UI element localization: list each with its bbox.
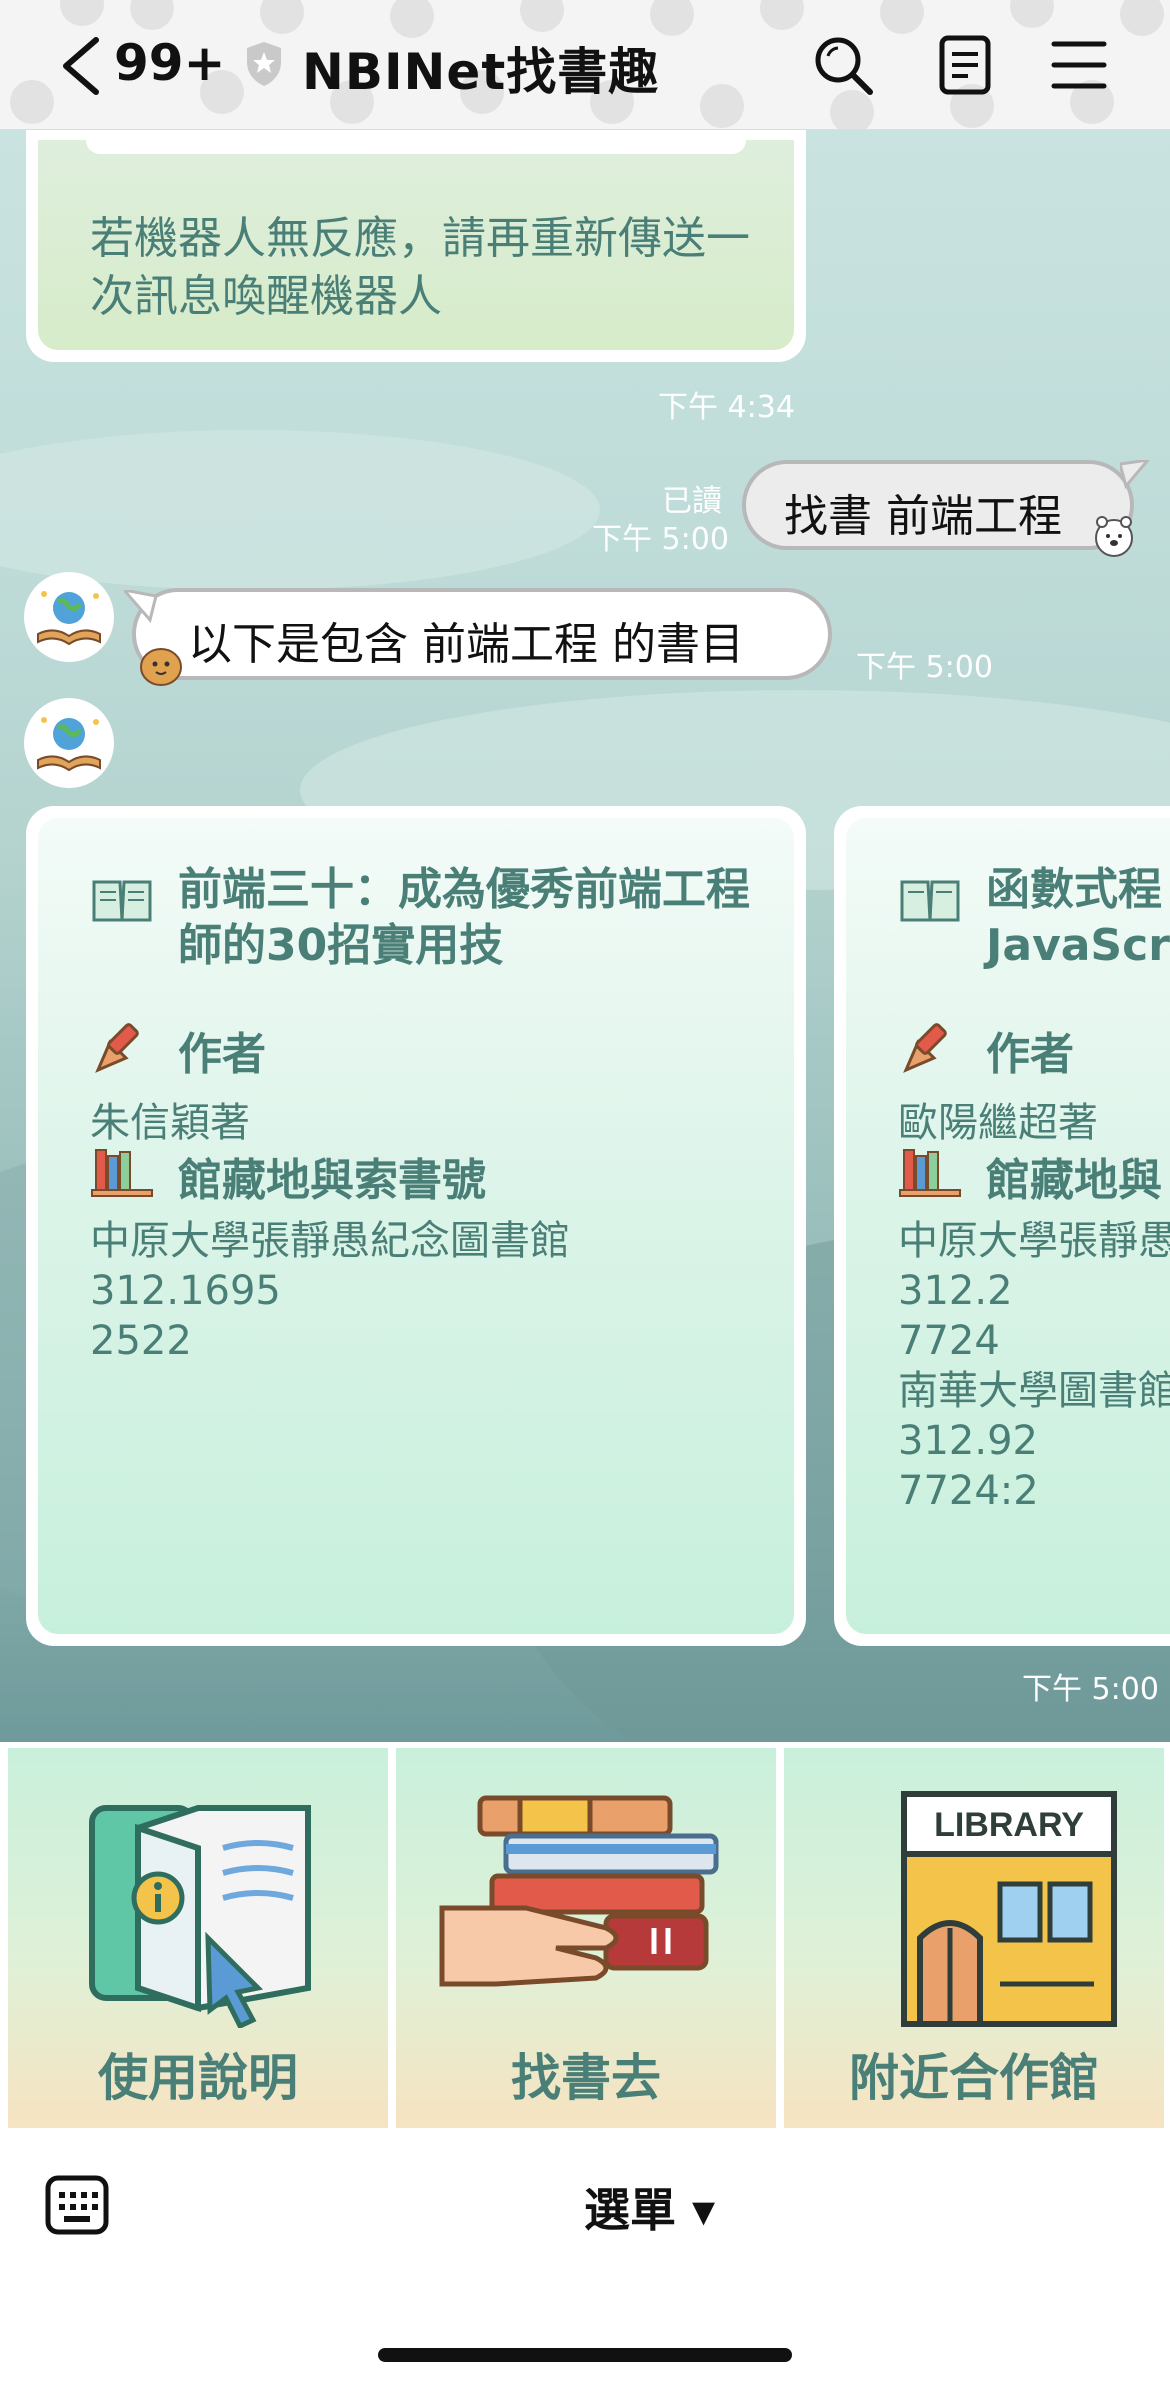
unread-count: 99+ xyxy=(114,34,226,92)
bottom-bar: 選單 ▾ xyxy=(0,2134,1170,2388)
chat-header: 99+ NBINet找書趣 xyxy=(0,0,1170,130)
book-card[interactable]: 函數式程 JavaScrip 作者 歐陽繼超著 館藏地與 中原大學張靜愚 312… xyxy=(834,806,1170,1646)
library-sign: LIBRARY xyxy=(934,1806,1084,1844)
shield-icon xyxy=(247,42,281,86)
author-value: 歐陽繼超著 xyxy=(898,1100,1098,1146)
book-card[interactable]: 前端三十：成為優秀前端工程師的30招實用技 作者 朱信穎著 館藏地與索書號 中原… xyxy=(26,806,806,1646)
book-title: 前端三十：成為優秀前端工程師的30招實用技 xyxy=(178,864,750,971)
bot-message-text: 以下是包含 前端工程 的書目 xyxy=(188,619,744,670)
fountain-pen-icon xyxy=(903,1023,947,1073)
menu-tile-nearby-libraries[interactable]: LIBRARY 附近合作館 xyxy=(784,1748,1164,2128)
rich-menu-toggle[interactable]: 選單 ▾ xyxy=(584,2174,715,2240)
holdings-value: 中原大學張靜愚紀念圖書館 312.1695 2522 xyxy=(90,1218,570,1364)
message-time: 下午 4:34 xyxy=(658,390,795,425)
bookshelf-icon xyxy=(899,1149,961,1197)
potato-sticker-icon xyxy=(140,648,182,686)
holdings-label: 館藏地與 xyxy=(986,1155,1162,1206)
book-title: 函數式程 JavaScrip xyxy=(986,864,1170,971)
message-time: 下午 5:00 xyxy=(856,650,993,685)
menu-tile-find-books[interactable]: 找書去 xyxy=(396,1748,776,2128)
wake-notice-card: 若機器人無反應，請再重新傳送一次訊息喚醒機器人 xyxy=(26,130,806,362)
home-indicator xyxy=(378,2348,792,2362)
author-value: 朱信穎著 xyxy=(90,1100,250,1146)
bot-avatar[interactable] xyxy=(24,698,114,788)
globe-book-icon xyxy=(37,717,101,772)
fountain-pen-icon xyxy=(95,1023,139,1073)
message-time: 下午 5:00 xyxy=(1022,1672,1159,1707)
author-label: 作者 xyxy=(178,1029,266,1080)
open-book-icon xyxy=(92,880,152,922)
menu-icon[interactable] xyxy=(1048,34,1110,96)
user-message-text: 找書 前端工程 xyxy=(784,491,1062,542)
globe-book-icon xyxy=(37,591,101,646)
open-book-icon xyxy=(900,880,960,922)
bookshelf-icon xyxy=(91,1149,153,1197)
wake-notice-text: 若機器人無反應，請再重新傳送一次訊息喚醒機器人 xyxy=(90,213,750,322)
keyboard-icon[interactable] xyxy=(44,2174,110,2236)
bear-sticker-icon xyxy=(1095,516,1133,557)
chat-title: NBINet找書趣 xyxy=(302,43,660,101)
holdings-value: 中原大學張靜愚 312.2 7724 南華大學圖書館 312.92 7724:2 xyxy=(898,1218,1170,1514)
rich-menu: 使用說明 找書去 LIBRARY 附近合作館 xyxy=(0,1742,1170,2134)
menu-tile-instructions[interactable]: 使用說明 xyxy=(8,1748,388,2128)
message-time: 下午 5:00 xyxy=(592,522,729,557)
author-label: 作者 xyxy=(986,1029,1074,1080)
menu-label: 附近合作館 xyxy=(849,2049,1099,2107)
bot-avatar[interactable] xyxy=(24,572,114,662)
bubble-tail xyxy=(124,590,158,624)
user-message-bubble[interactable]: 找書 前端工程 xyxy=(742,460,1134,550)
menu-label: 使用說明 xyxy=(98,2049,298,2107)
search-icon[interactable] xyxy=(812,34,874,96)
bot-message-bubble[interactable]: 以下是包含 前端工程 的書目 xyxy=(132,588,832,680)
back-icon[interactable] xyxy=(56,36,116,96)
menu-label: 找書去 xyxy=(511,2049,661,2107)
instruction-book-icon xyxy=(89,1805,311,2028)
holdings-label: 館藏地與索書號 xyxy=(178,1155,486,1206)
notes-icon[interactable] xyxy=(934,34,996,96)
bubble-tail xyxy=(1120,460,1150,490)
library-building-icon: LIBRARY xyxy=(901,1791,1117,2027)
hand-books-icon xyxy=(439,1795,719,1987)
